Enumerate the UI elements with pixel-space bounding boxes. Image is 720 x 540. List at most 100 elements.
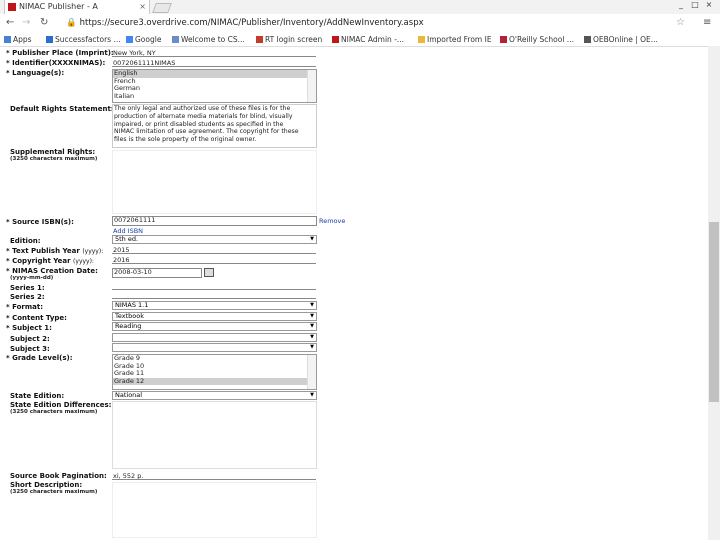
- close-window-icon[interactable]: ×: [702, 0, 716, 9]
- chevron-down-icon: ▼: [310, 313, 314, 319]
- language-option[interactable]: French: [113, 77, 316, 86]
- welcome-icon: [172, 36, 179, 43]
- default-rights-label: Default Rights Statement:: [10, 105, 114, 113]
- series2-label: Series 2:: [10, 293, 45, 301]
- nimac-favicon-icon: [8, 3, 16, 11]
- forward-icon[interactable]: →: [22, 17, 30, 28]
- language-option[interactable]: German: [113, 84, 316, 93]
- date-format-hint: (yyyy-mm-dd): [10, 275, 54, 281]
- chevron-down-icon: ▼: [310, 344, 314, 350]
- lock-icon: 🔒: [66, 18, 77, 28]
- text-publish-year-input[interactable]: 2015: [112, 246, 316, 254]
- successfactors-icon: [46, 36, 53, 43]
- language-listbox[interactable]: English French German Italian: [112, 69, 317, 103]
- maximize-icon[interactable]: □: [688, 0, 702, 9]
- scrollbar-thumb[interactable]: [709, 222, 719, 402]
- bookmark-imported-ie[interactable]: Imported From IE: [418, 35, 492, 44]
- google-icon: [126, 36, 133, 43]
- format-label: * Format:: [6, 303, 44, 311]
- supplemental-max-hint: (3250 characters maximum): [10, 156, 98, 162]
- language-scrollbar[interactable]: [307, 70, 316, 102]
- edition-label: Edition:: [10, 237, 41, 245]
- source-pagination-input[interactable]: xi, 552 p.: [112, 472, 316, 480]
- back-icon[interactable]: ←: [6, 17, 14, 28]
- state-edition-diff-label: State Edition Differences:: [10, 401, 112, 409]
- supplemental-rights-label: Supplemental Rights:: [10, 148, 96, 156]
- state-edition-diff-textarea[interactable]: [112, 401, 317, 469]
- format-select[interactable]: NIMAS 1.1 ▼: [112, 301, 317, 310]
- source-isbn-label: * Source ISBN(s):: [6, 218, 74, 226]
- series2-input[interactable]: [112, 291, 316, 299]
- chevron-down-icon: ▼: [310, 392, 314, 398]
- menu-icon[interactable]: ≡: [703, 17, 711, 28]
- publisher-place-input[interactable]: New York, NY: [112, 49, 316, 57]
- language-option[interactable]: English: [113, 69, 316, 78]
- default-rights-textarea[interactable]: The only legal and authorized use of the…: [112, 104, 317, 148]
- bookmark-google[interactable]: Google: [126, 35, 161, 44]
- bookmark-oebonline[interactable]: OEBOnline | OE...: [584, 35, 658, 44]
- bookmark-oreilly[interactable]: O'Reilly School ...: [500, 35, 574, 44]
- series1-input[interactable]: [112, 282, 316, 290]
- grade-option[interactable]: Grade 12: [113, 377, 316, 385]
- url-field[interactable]: 🔒 https://secure3.overdrive.com/NIMAC/Pub…: [66, 18, 424, 28]
- grade-level-label: * Grade Level(s):: [6, 354, 73, 362]
- copyright-year-label: * Copyright Year (yyyy):: [6, 257, 94, 265]
- source-isbn-input[interactable]: 0072061111: [112, 216, 317, 226]
- apps-icon: [4, 36, 11, 43]
- window-controls: _ □ ×: [674, 0, 716, 9]
- series1-label: Series 1:: [10, 284, 45, 292]
- tab-nimac-publisher[interactable]: NIMAC Publisher - A ×: [4, 0, 150, 14]
- nimac-icon: [332, 36, 339, 43]
- nimas-creation-label: * NIMAS Creation Date:: [6, 267, 98, 275]
- identifier-label: * Identifier(XXXXNIMAS):: [6, 59, 106, 67]
- reload-icon[interactable]: ↻: [40, 17, 48, 28]
- copyright-year-input[interactable]: 2016: [112, 256, 316, 264]
- subject3-select[interactable]: ▼: [112, 343, 317, 352]
- supplemental-rights-textarea[interactable]: [112, 150, 317, 214]
- subject1-label: * Subject 1:: [6, 324, 52, 332]
- edition-select[interactable]: 5th ed. ▼: [112, 235, 317, 244]
- language-option[interactable]: Italian: [113, 92, 316, 101]
- bookmark-successfactors[interactable]: Successfactors ...: [46, 35, 121, 44]
- new-tab-button[interactable]: [152, 3, 172, 13]
- chevron-down-icon: ▼: [310, 236, 314, 242]
- content-type-select[interactable]: Textbook ▼: [112, 312, 317, 321]
- minimize-icon[interactable]: _: [674, 0, 688, 9]
- publisher-place-label: * Publisher Place (Imprint):: [6, 49, 114, 57]
- url-text: https://secure3.overdrive.com/NIMAC/Publ…: [79, 18, 424, 28]
- grade-level-listbox[interactable]: Grade 9 Grade 10 Grade 11 Grade 12: [112, 354, 317, 390]
- tab-close-icon[interactable]: ×: [139, 0, 146, 14]
- state-edition-select[interactable]: National ▼: [112, 391, 317, 400]
- grade-scrollbar[interactable]: [307, 355, 316, 389]
- short-desc-max-hint: (3250 characters maximum): [10, 489, 98, 495]
- state-edition-label: State Edition:: [10, 392, 65, 400]
- subject3-label: Subject 3:: [10, 345, 50, 353]
- address-bar-row: ← → ↻ 🔒 https://secure3.overdrive.com/NIM…: [0, 14, 720, 35]
- tab-strip: NIMAC Publisher - A × _ □ ×: [0, 0, 720, 14]
- calendar-icon[interactable]: [204, 268, 214, 277]
- chevron-down-icon: ▼: [310, 302, 314, 308]
- subject1-select[interactable]: Reading ▼: [112, 322, 317, 331]
- bookmark-nimac-admin[interactable]: NIMAC Admin -...: [332, 35, 404, 44]
- chevron-down-icon: ▼: [310, 323, 314, 329]
- bookmark-apps[interactable]: Apps: [4, 35, 32, 44]
- remove-isbn-link[interactable]: Remove: [319, 217, 345, 225]
- text-publish-year-label: * Text Publish Year (yyyy):: [6, 247, 104, 255]
- bookmark-rt-login[interactable]: RT login screen: [256, 35, 322, 44]
- bookmarks-bar: Apps Successfactors ... Google Welcome t…: [0, 34, 720, 47]
- subject2-label: Subject 2:: [10, 335, 50, 343]
- short-description-textarea[interactable]: [112, 482, 317, 538]
- short-description-label: Short Description:: [10, 481, 83, 489]
- nimas-creation-input[interactable]: 2008-03-10: [112, 268, 202, 278]
- identifier-input[interactable]: 0072061111NIMAS: [112, 59, 316, 67]
- language-label: * Language(s):: [6, 69, 65, 77]
- bookmark-star-icon[interactable]: ☆: [676, 17, 685, 28]
- chevron-down-icon: ▼: [310, 334, 314, 340]
- bookmark-welcome-cs[interactable]: Welcome to CS...: [172, 35, 245, 44]
- subject2-select[interactable]: ▼: [112, 333, 317, 342]
- oreilly-icon: [500, 36, 507, 43]
- state-diff-max-hint: (3250 characters maximum): [10, 409, 98, 415]
- content-type-label: * Content Type:: [6, 314, 67, 322]
- add-isbn-link[interactable]: Add ISBN: [113, 227, 143, 235]
- tab-title: NIMAC Publisher - A: [19, 2, 98, 11]
